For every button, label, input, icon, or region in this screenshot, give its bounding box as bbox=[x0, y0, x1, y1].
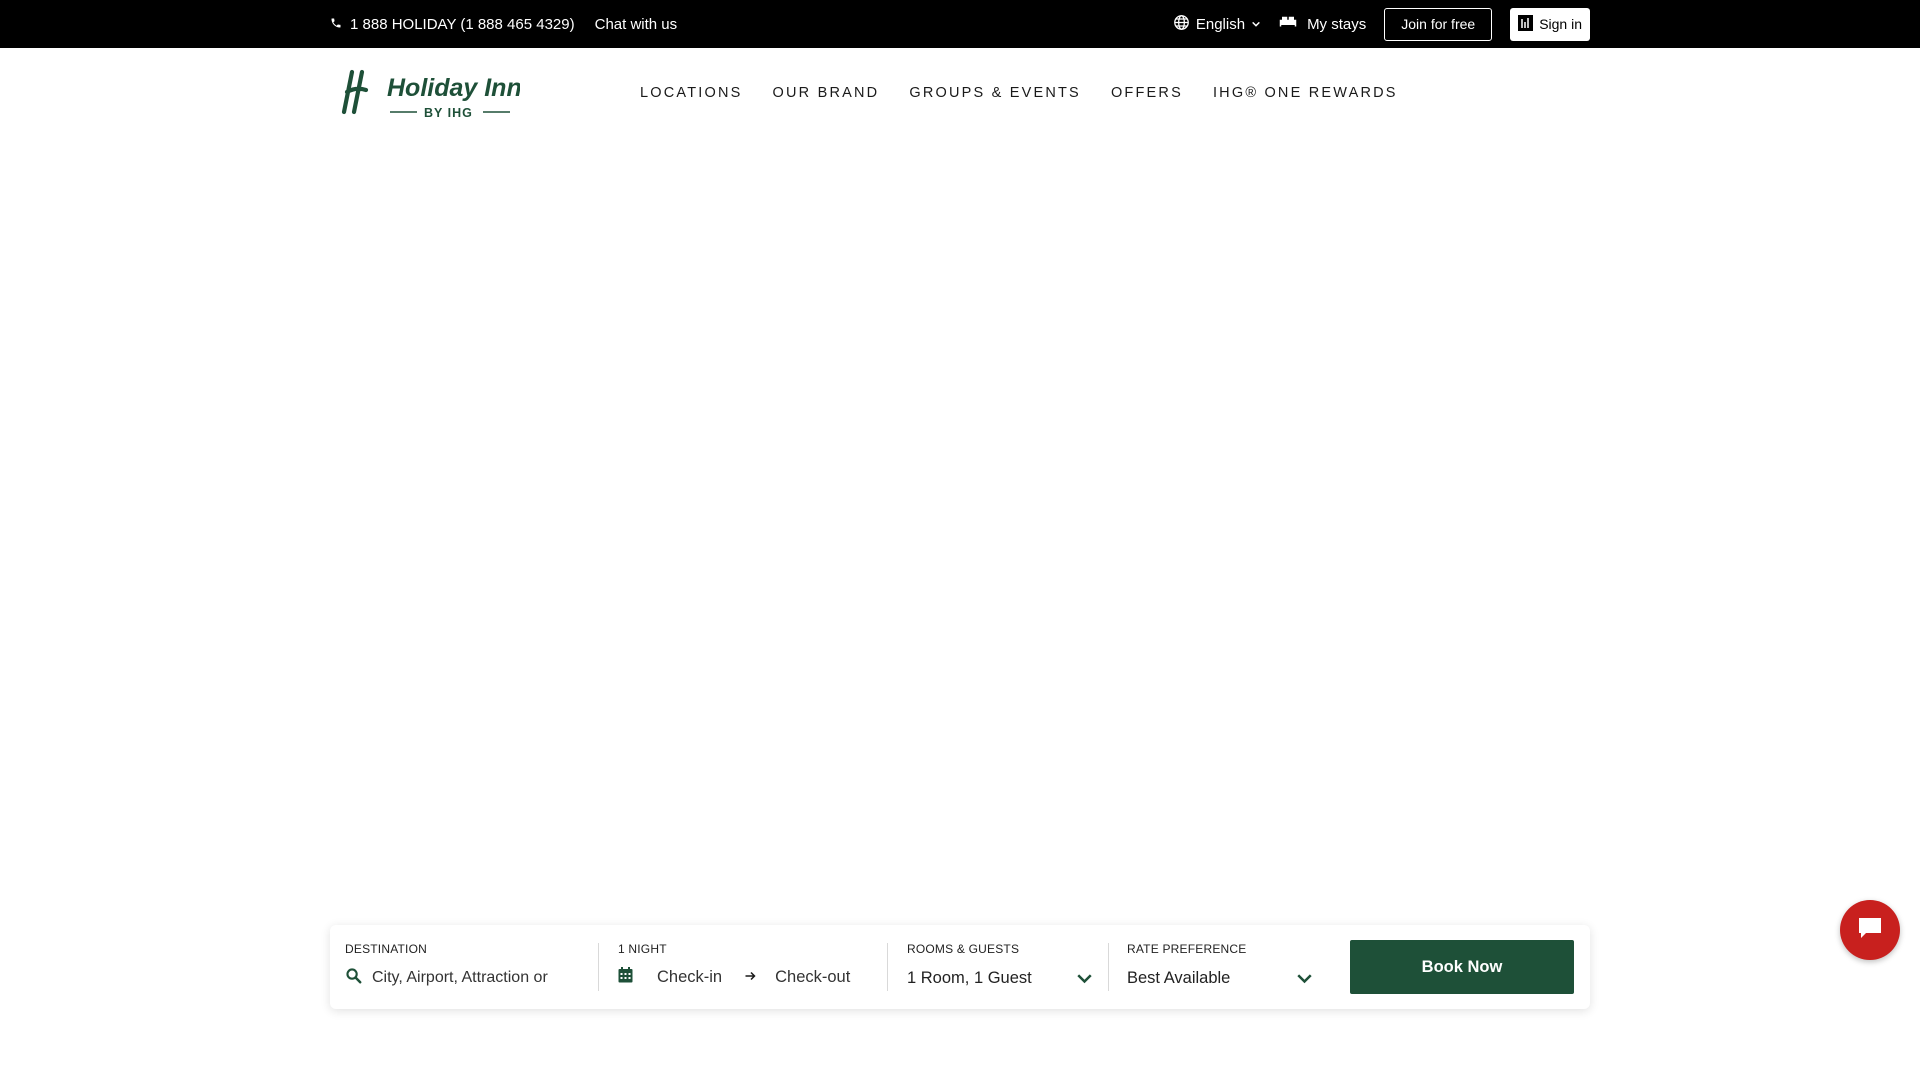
rooms-guests-value: 1 Room, 1 Guest bbox=[907, 969, 1032, 987]
rooms-guests-field[interactable]: ROOMS & GUESTS 1 Room, 1 Guest bbox=[907, 925, 1097, 1009]
booking-widget: DESTINATION City, Airport, Attraction or… bbox=[330, 925, 1590, 1009]
field-divider bbox=[887, 943, 888, 991]
field-divider bbox=[1108, 943, 1109, 991]
main-header: Holiday Inn BY IHG LOCATIONS OUR BRAND G… bbox=[0, 48, 1920, 138]
chat-button[interactable] bbox=[1840, 900, 1900, 960]
destination-label: DESTINATION bbox=[345, 942, 427, 956]
calendar-icon bbox=[618, 967, 633, 988]
brand-sub: BY IHG bbox=[424, 106, 473, 120]
language-selector[interactable]: English bbox=[1173, 14, 1261, 35]
rate-preference-field[interactable]: RATE PREFERENCE Best Available bbox=[1127, 925, 1317, 1009]
join-for-free-button[interactable]: Join for free bbox=[1384, 7, 1493, 41]
arrow-right-icon bbox=[744, 968, 757, 987]
chevron-down-icon bbox=[1297, 973, 1312, 984]
rate-preference-label: RATE PREFERENCE bbox=[1127, 942, 1247, 956]
nav-our-brand[interactable]: OUR BRAND bbox=[773, 85, 880, 101]
nav-ihg-one-rewards[interactable]: IHG® ONE REWARDS bbox=[1213, 85, 1398, 101]
nav-groups-events[interactable]: GROUPS & EVENTS bbox=[909, 85, 1081, 101]
globe-icon bbox=[1173, 14, 1190, 35]
holiday-inn-logo[interactable]: Holiday Inn BY IHG bbox=[340, 68, 522, 120]
field-divider bbox=[598, 943, 599, 991]
language-label: English bbox=[1195, 15, 1246, 33]
rooms-guests-label: ROOMS & GUESTS bbox=[907, 942, 1020, 956]
search-icon bbox=[345, 967, 362, 989]
dates-field[interactable]: 1 NIGHT Check-in Check-out bbox=[618, 925, 878, 1009]
sign-in-button[interactable]: Sign in bbox=[1510, 7, 1590, 41]
chevron-down-icon bbox=[1251, 16, 1261, 33]
destination-input[interactable]: City, Airport, Attraction or bbox=[372, 969, 548, 987]
destination-field[interactable]: DESTINATION City, Airport, Attraction or bbox=[345, 925, 575, 1009]
check-out-input[interactable]: Check-out bbox=[775, 968, 850, 987]
phone-icon bbox=[330, 16, 342, 33]
phone-number: 1 888 HOLIDAY (1 888 465 4329) bbox=[350, 15, 575, 33]
my-stays-link[interactable]: My stays bbox=[1279, 15, 1366, 33]
ihg-logo-icon bbox=[1518, 14, 1534, 34]
nav-offers[interactable]: OFFERS bbox=[1111, 85, 1183, 101]
main-nav: LOCATIONS OUR BRAND GROUPS & EVENTS OFFE… bbox=[640, 48, 1398, 138]
nav-locations[interactable]: LOCATIONS bbox=[640, 85, 743, 101]
chevron-down-icon bbox=[1077, 973, 1092, 984]
sign-in-label: Sign in bbox=[1539, 16, 1582, 32]
phone-link[interactable]: 1 888 HOLIDAY (1 888 465 4329) bbox=[330, 16, 575, 33]
chat-link[interactable]: Chat with us bbox=[595, 16, 678, 33]
bed-icon bbox=[1279, 15, 1297, 33]
brand-name: Holiday Inn bbox=[387, 74, 520, 102]
my-stays-label: My stays bbox=[1307, 15, 1367, 33]
chat-bubble-icon bbox=[1857, 916, 1883, 945]
check-in-input[interactable]: Check-in bbox=[657, 968, 722, 987]
book-now-button[interactable]: Book Now bbox=[1350, 940, 1574, 994]
rate-preference-value: Best Available bbox=[1127, 969, 1231, 987]
top-utility-bar: 1 888 HOLIDAY (1 888 465 4329) Chat with… bbox=[0, 0, 1920, 48]
nights-label: 1 NIGHT bbox=[618, 942, 667, 956]
